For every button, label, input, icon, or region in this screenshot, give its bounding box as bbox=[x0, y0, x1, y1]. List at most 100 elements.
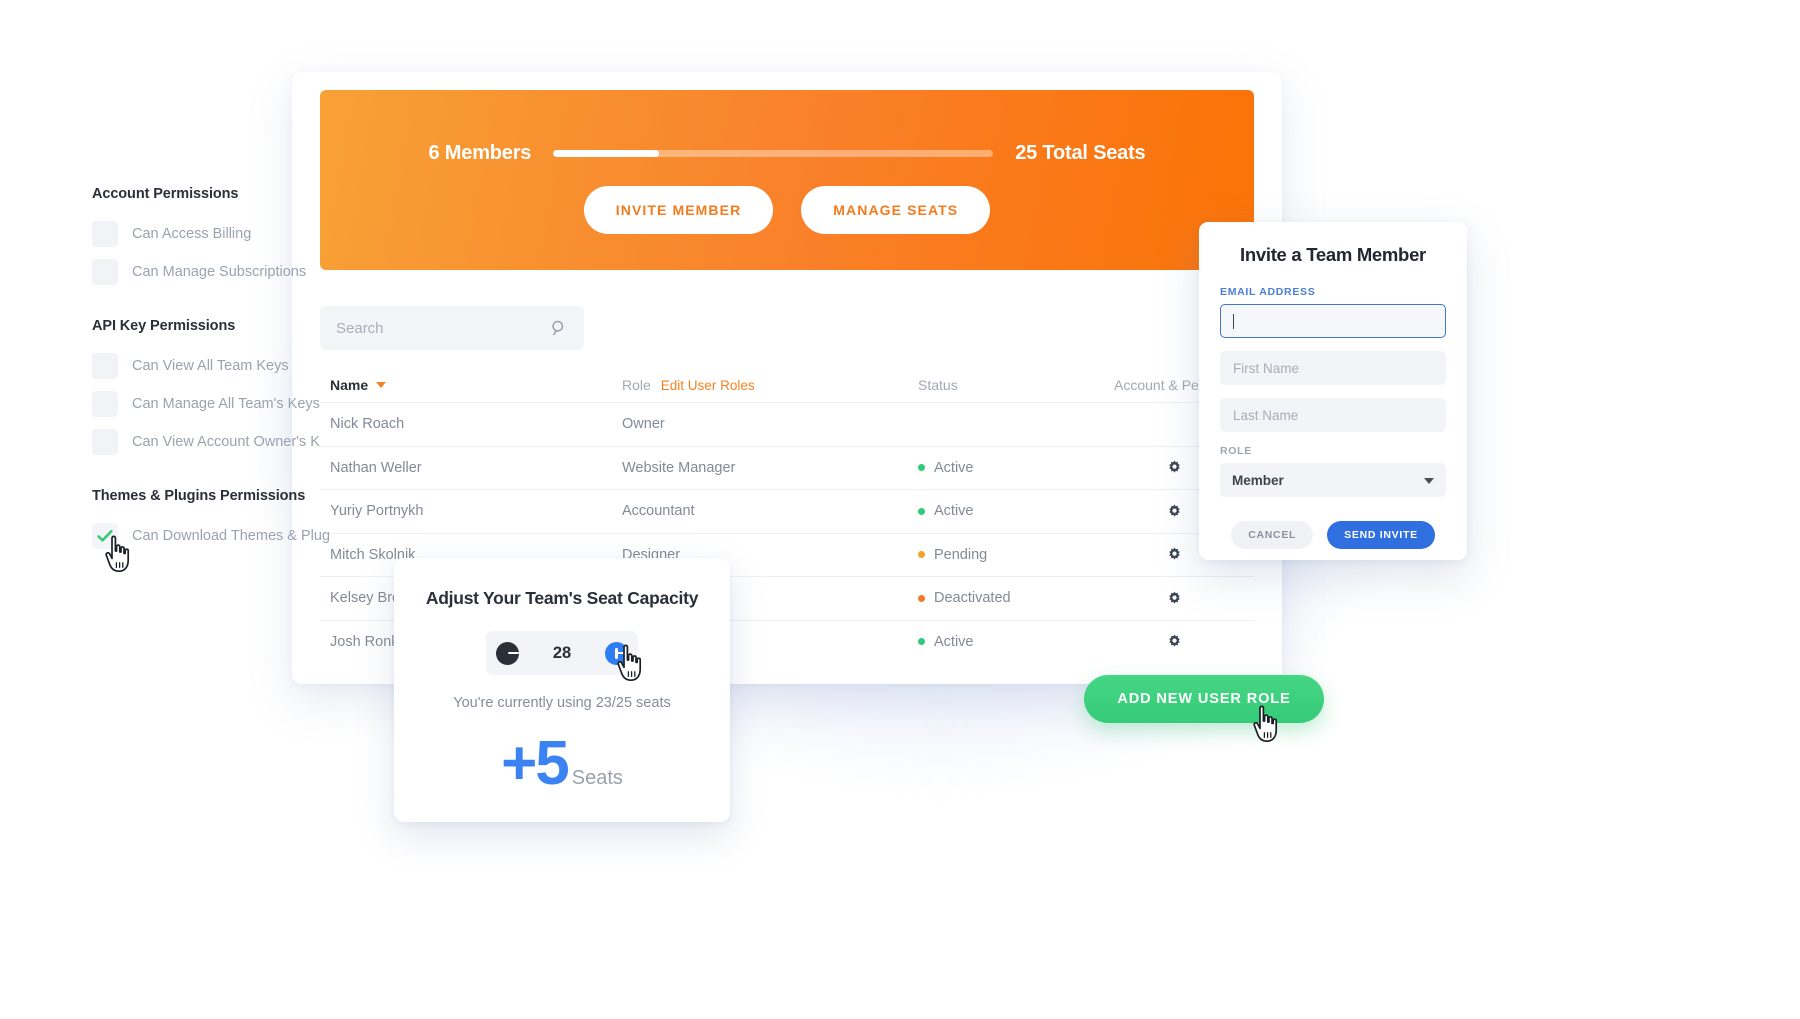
cancel-button[interactable]: CANCEL bbox=[1231, 521, 1314, 549]
seats-progress-fill bbox=[553, 150, 659, 157]
checkbox-can-manage-all-teams-keys[interactable] bbox=[92, 391, 118, 417]
status-dot bbox=[918, 507, 925, 515]
chevron-down-icon[interactable] bbox=[1424, 478, 1434, 484]
seats-meter: 6 Members 25 Total Seats bbox=[320, 142, 1254, 165]
table-row[interactable]: Yuriy Portnykh Accountant Active bbox=[320, 489, 1254, 533]
manage-seats-button[interactable]: MANAGE SEATS bbox=[801, 186, 991, 234]
seat-delta-unit: Seats bbox=[571, 767, 623, 789]
seats-progress-bar bbox=[553, 150, 994, 157]
table-header-row: Name Role Edit User Roles Status Account… bbox=[320, 368, 1254, 402]
seats-hero-banner: 6 Members 25 Total Seats INVITE MEMBER M… bbox=[320, 90, 1254, 270]
member-account-actions bbox=[1114, 590, 1244, 607]
member-status-label: Active bbox=[934, 633, 974, 650]
add-new-user-role-button[interactable]: ADD NEW USER ROLE bbox=[1084, 675, 1324, 723]
seat-usage-note: You're currently using 23/25 seats bbox=[453, 695, 671, 711]
member-status: Pending bbox=[918, 547, 1114, 563]
column-header-role: Role Edit User Roles bbox=[622, 377, 918, 393]
status-dot bbox=[918, 551, 925, 559]
member-status-label: Pending bbox=[934, 546, 988, 563]
first-name-field[interactable] bbox=[1220, 351, 1446, 385]
permission-row[interactable]: Can Access Billing bbox=[92, 216, 340, 252]
gear-icon[interactable] bbox=[1166, 503, 1183, 520]
status-dot bbox=[918, 638, 925, 646]
invite-member-button[interactable]: INVITE MEMBER bbox=[583, 186, 774, 234]
role-field-label: ROLE bbox=[1220, 445, 1252, 457]
search-icon[interactable] bbox=[550, 319, 568, 337]
role-select-value: Member bbox=[1232, 472, 1284, 488]
permission-group-account: Account Permissions Can Access Billing C… bbox=[92, 186, 340, 290]
role-select[interactable]: Member bbox=[1220, 463, 1446, 497]
member-name: Nathan Weller bbox=[330, 459, 422, 476]
checkbox-can-view-account-owners-keys[interactable] bbox=[92, 429, 118, 455]
plus-icon bbox=[611, 647, 628, 659]
member-status: Active bbox=[918, 503, 1114, 519]
invite-modal-actions: CANCEL SEND INVITE bbox=[1220, 521, 1446, 549]
table-row[interactable]: Nathan Weller Website Manager Active bbox=[320, 445, 1254, 490]
permission-row[interactable]: Can View Account Owner's K bbox=[92, 424, 340, 460]
table-row[interactable]: Nick Roach Owner bbox=[320, 402, 1254, 446]
column-header-name[interactable]: Name bbox=[330, 377, 622, 393]
permission-row[interactable]: Can View All Team Keys bbox=[92, 348, 340, 384]
decrement-seats-button[interactable] bbox=[496, 641, 519, 665]
checkbox-can-view-all-team-keys[interactable] bbox=[92, 353, 118, 379]
increment-seats-button[interactable] bbox=[604, 641, 628, 665]
permission-label: Can View All Team Keys bbox=[132, 358, 289, 374]
permission-label: Can View Account Owner's K bbox=[132, 434, 320, 450]
gear-icon[interactable] bbox=[1166, 546, 1183, 563]
member-name: Yuriy Portnykh bbox=[330, 503, 424, 520]
member-status: Active bbox=[918, 460, 1114, 476]
checkbox-can-download-themes-plugins[interactable] bbox=[92, 523, 118, 549]
permissions-panel: Account Permissions Can Access Billing C… bbox=[92, 186, 340, 556]
gear-icon[interactable] bbox=[1166, 459, 1183, 476]
member-account-actions bbox=[1114, 633, 1244, 650]
seat-capacity-popover: Adjust Your Team's Seat Capacity 28 You'… bbox=[394, 558, 730, 822]
permission-row[interactable]: Can Manage Subscriptions bbox=[92, 254, 340, 290]
permission-label: Can Access Billing bbox=[132, 226, 252, 242]
permission-row[interactable]: Can Manage All Team's Keys bbox=[92, 386, 340, 422]
last-name-field[interactable] bbox=[1220, 398, 1446, 432]
members-count-label: 6 Members bbox=[428, 142, 532, 164]
send-invite-button[interactable]: SEND INVITE bbox=[1327, 521, 1435, 549]
status-dot bbox=[918, 594, 925, 602]
permission-group-themes-plugins: Themes & Plugins Permissions Can Downloa… bbox=[92, 488, 340, 554]
member-status-label: Active bbox=[934, 503, 974, 520]
permission-label: Can Manage Subscriptions bbox=[132, 264, 307, 280]
seat-quantity-value: 28 bbox=[552, 643, 572, 662]
seat-delta-value: +5 bbox=[501, 729, 570, 798]
member-name: Nick Roach bbox=[330, 416, 405, 433]
edit-user-roles-link[interactable]: Edit User Roles bbox=[661, 378, 755, 393]
member-status: Deactivated bbox=[918, 590, 1114, 606]
permission-group-title: Themes & Plugins Permissions bbox=[92, 488, 306, 504]
column-header-role-label: Role bbox=[622, 377, 651, 393]
seat-capacity-title: Adjust Your Team's Seat Capacity bbox=[425, 588, 699, 608]
member-status-label: Deactivated bbox=[934, 590, 1011, 607]
email-field-label: EMAIL ADDRESS bbox=[1220, 286, 1316, 298]
search-input[interactable] bbox=[336, 319, 550, 337]
email-field[interactable] bbox=[1220, 304, 1446, 338]
member-status: Active bbox=[918, 634, 1114, 650]
seat-quantity-stepper[interactable]: 28 bbox=[486, 631, 638, 675]
gear-icon[interactable] bbox=[1166, 590, 1183, 607]
member-role: Accountant bbox=[622, 503, 695, 520]
seat-delta: +5 Seats bbox=[501, 733, 623, 795]
caret-down-icon[interactable] bbox=[376, 382, 387, 388]
checkbox-can-manage-subscriptions[interactable] bbox=[92, 259, 118, 285]
status-dot bbox=[918, 464, 925, 472]
check-icon bbox=[97, 529, 113, 542]
permission-group-api-key: API Key Permissions Can View All Team Ke… bbox=[92, 318, 340, 460]
checkbox-can-access-billing[interactable] bbox=[92, 221, 118, 247]
invite-team-member-modal: Invite a Team Member EMAIL ADDRESS ROLE … bbox=[1199, 222, 1467, 560]
permission-label: Can Manage All Team's Keys bbox=[132, 396, 320, 412]
column-header-status: Status bbox=[918, 377, 1114, 393]
search-box[interactable] bbox=[320, 306, 584, 350]
member-role: Owner bbox=[622, 416, 665, 433]
total-seats-label: 25 Total Seats bbox=[1015, 142, 1146, 164]
member-role: Website Manager bbox=[622, 459, 736, 476]
permission-group-title: Account Permissions bbox=[92, 186, 239, 202]
minus-icon bbox=[502, 648, 519, 659]
text-caret bbox=[1233, 313, 1234, 329]
permission-row[interactable]: Can Download Themes & Plug bbox=[92, 518, 340, 554]
permission-label: Can Download Themes & Plug bbox=[132, 528, 331, 544]
gear-icon[interactable] bbox=[1166, 633, 1183, 650]
column-header-status-label: Status bbox=[918, 377, 958, 393]
